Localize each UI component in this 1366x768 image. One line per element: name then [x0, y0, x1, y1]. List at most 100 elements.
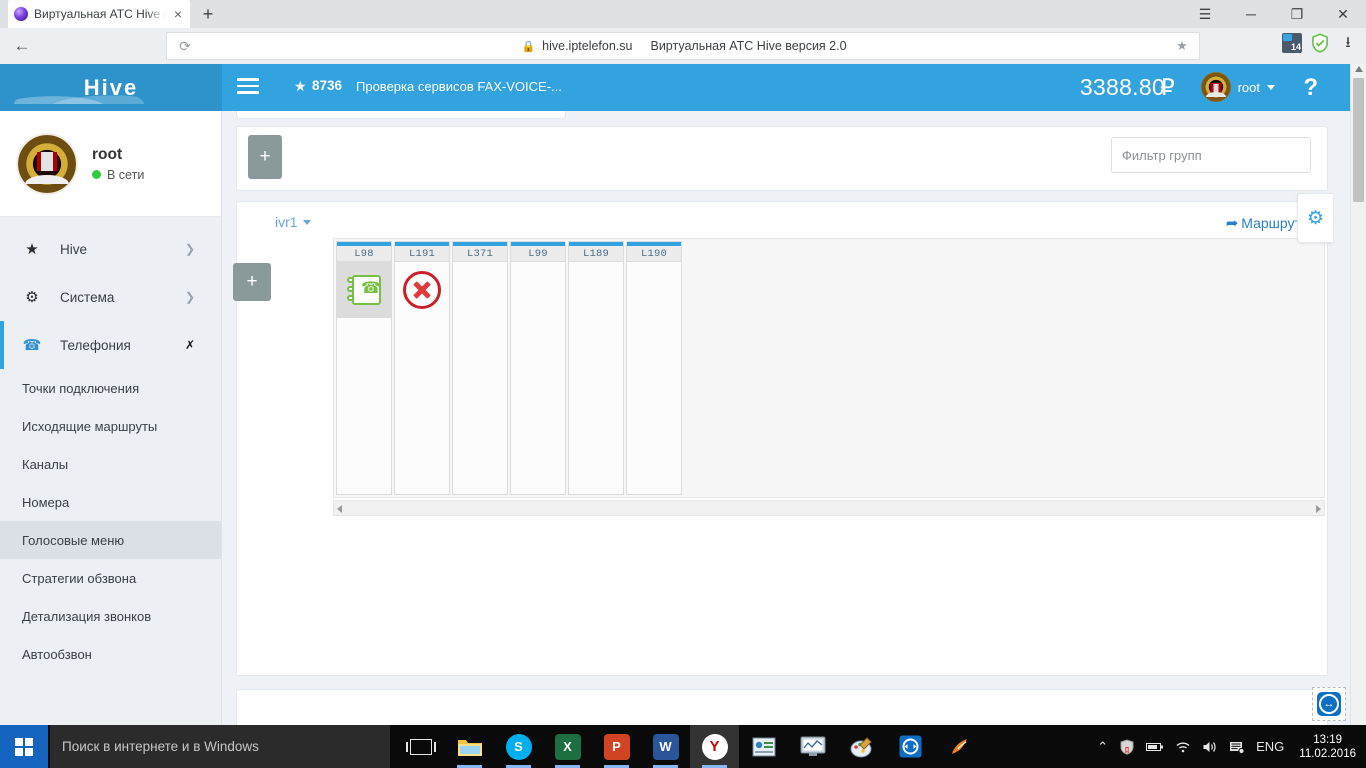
reload-icon[interactable]: ⟳	[167, 38, 203, 55]
taskbar-app-skype[interactable]: S	[494, 725, 543, 768]
taskbar-app-monitor[interactable]	[788, 725, 837, 768]
profile-status-label: В сети	[107, 167, 145, 182]
extension-tray: 14 ⭳	[1282, 33, 1358, 53]
teamviewer-icon	[899, 735, 922, 758]
ticket-title: Проверка сервисов FAX-VOICE-...	[356, 79, 562, 94]
sidebar-item-connection-points[interactable]: Точки подключения	[0, 369, 221, 407]
sidebar-item-telephony[interactable]: ☎ Телефония ✗	[0, 321, 221, 369]
user-menu[interactable]: root	[1200, 72, 1275, 102]
ivr-node-cell[interactable]	[453, 262, 507, 318]
teamviewer-floating-widget[interactable]	[1312, 687, 1346, 721]
skype-icon: S	[505, 733, 532, 760]
add-group-button[interactable]: +	[248, 135, 282, 179]
start-button[interactable]	[0, 725, 48, 768]
ivr-node-cell[interactable]	[511, 262, 565, 318]
new-tab-button[interactable]: +	[196, 4, 220, 26]
sidebar-item-call-strategies[interactable]: Стратегии обзвона	[0, 559, 221, 597]
scrollbar-thumb[interactable]	[1353, 78, 1364, 202]
sidebar-item-channels[interactable]: Каналы	[0, 445, 221, 483]
taskbar-app-powerpoint[interactable]: P	[592, 725, 641, 768]
scroll-up-icon[interactable]	[1355, 66, 1363, 72]
sidebar-item-numbers[interactable]: Номера	[0, 483, 221, 521]
task-view-button[interactable]	[396, 725, 445, 768]
windows-search-box[interactable]: Поиск в интернете и в Windows	[50, 725, 390, 768]
show-hidden-icons-chevron[interactable]: ⌃	[1097, 739, 1108, 755]
ivr-column[interactable]: L371	[452, 241, 508, 495]
taskbar-app-excel[interactable]: X	[543, 725, 592, 768]
sidebar-subitem-label: Номера	[22, 494, 70, 510]
scroll-right-icon[interactable]	[1316, 505, 1321, 513]
clock[interactable]: 13:19 11.02.2016	[1295, 733, 1356, 761]
sidebar-subitem-label: Стратегии обзвона	[22, 570, 137, 586]
gears-icon: ⚙	[25, 289, 39, 306]
canvas-horizontal-scrollbar[interactable]	[333, 500, 1325, 516]
sidebar-item-system[interactable]: ⚙ Система ❯	[0, 273, 221, 321]
close-tab-icon[interactable]: ×	[172, 7, 184, 21]
browser-menu-icon[interactable]: ☰	[1182, 0, 1228, 28]
sidebar-item-outgoing-routes[interactable]: Исходящие маршруты	[0, 407, 221, 445]
paint-icon	[850, 736, 872, 757]
ivr-column-header: L190	[627, 242, 681, 262]
sidebar-item-label: Телефония	[60, 337, 131, 353]
tab-title: Виртуальная АТС Hive ве	[34, 7, 166, 21]
sidebar-toggle-icon[interactable]	[237, 78, 259, 96]
taskbar-app-contacts[interactable]	[739, 725, 788, 768]
volume-icon[interactable]	[1202, 740, 1218, 754]
sidebar-item-autodial[interactable]: Автообзвон	[0, 635, 221, 673]
taskbar-app-orange[interactable]	[935, 725, 984, 768]
page-viewport: Hive ★ 8736 Проверка сервисов FAX-VOICE-…	[0, 64, 1366, 725]
ticket-number: 8736	[312, 78, 343, 93]
ivr-column[interactable]: L98 ☎	[336, 241, 392, 495]
ivr-node-cell[interactable]	[627, 262, 681, 318]
address-bar[interactable]: ⟳ 🔒 hive.iptelefon.su Виртуальная АТС Hi…	[166, 32, 1200, 60]
system-tray: ⌃ ENG 13:19 11.02.2016	[1097, 725, 1366, 768]
download-icon[interactable]: ⭳	[1338, 33, 1358, 53]
gear-widget-icon[interactable]: ⚙	[1297, 193, 1333, 243]
chevron-down-icon: ✗	[184, 338, 195, 352]
taskbar-app-yandex-browser[interactable]: Y	[690, 725, 739, 768]
ivr-selector[interactable]: ivr1	[275, 214, 311, 230]
taskbar-app-word[interactable]: W	[641, 725, 690, 768]
online-dot-icon	[92, 170, 101, 179]
calendar-extension-icon[interactable]: 14	[1282, 33, 1302, 53]
taskbar-app-teamviewer[interactable]	[886, 725, 935, 768]
ivr-node-cell[interactable]: ☎	[337, 262, 391, 318]
restore-icon[interactable]: ❐	[1274, 0, 1320, 28]
close-window-icon[interactable]: ✕	[1320, 0, 1366, 28]
yandex-icon: Y	[701, 733, 728, 760]
ivr-columns: L98 ☎ L191 L371 L99 L189 L190	[336, 241, 682, 495]
contacts-icon	[752, 737, 775, 756]
ivr-node-cell[interactable]	[569, 262, 623, 318]
security-shield-icon[interactable]	[1119, 738, 1135, 755]
group-filter-input[interactable]	[1111, 137, 1311, 173]
sidebar-item-hive[interactable]: ★ Hive ❯	[0, 225, 221, 273]
wifi-icon[interactable]	[1175, 740, 1191, 754]
ivr-node-cell[interactable]	[395, 262, 449, 318]
ivr-column-header: L98	[337, 242, 391, 262]
scroll-left-icon[interactable]	[337, 505, 342, 513]
ivr-column[interactable]: L99	[510, 241, 566, 495]
taskbar-app-file-explorer[interactable]	[445, 725, 494, 768]
favicon-icon	[14, 7, 28, 21]
page-scrollbar[interactable]	[1350, 64, 1366, 725]
language-indicator[interactable]: ENG	[1256, 739, 1284, 754]
ivr-column[interactable]: L191	[394, 241, 450, 495]
profile-avatar	[16, 132, 78, 195]
ivr-column[interactable]: L190	[626, 241, 682, 495]
app-logo[interactable]: Hive	[0, 64, 222, 111]
battery-icon[interactable]	[1146, 740, 1164, 754]
add-node-button[interactable]: +	[233, 263, 271, 301]
ticket-star-icon[interactable]: ★	[294, 78, 307, 95]
back-icon[interactable]: ←	[0, 36, 44, 56]
action-center-icon[interactable]	[1229, 740, 1245, 754]
sidebar-item-call-details[interactable]: Детализация звонков	[0, 597, 221, 635]
ivr-column[interactable]: L189	[568, 241, 624, 495]
browser-tab[interactable]: Виртуальная АТС Hive ве ×	[8, 0, 190, 28]
taskbar-app-paint[interactable]	[837, 725, 886, 768]
sidebar-item-voice-menus[interactable]: Голосовые меню	[0, 521, 221, 559]
help-icon[interactable]: ?	[1303, 74, 1318, 102]
shield-extension-icon[interactable]	[1310, 33, 1330, 53]
bookmark-star-icon[interactable]: ★	[1165, 38, 1199, 54]
minimize-icon[interactable]: ─	[1228, 0, 1274, 28]
node-settings-form: Тип i Звонок на группу Группа i Офис Ожи…	[237, 527, 1329, 647]
